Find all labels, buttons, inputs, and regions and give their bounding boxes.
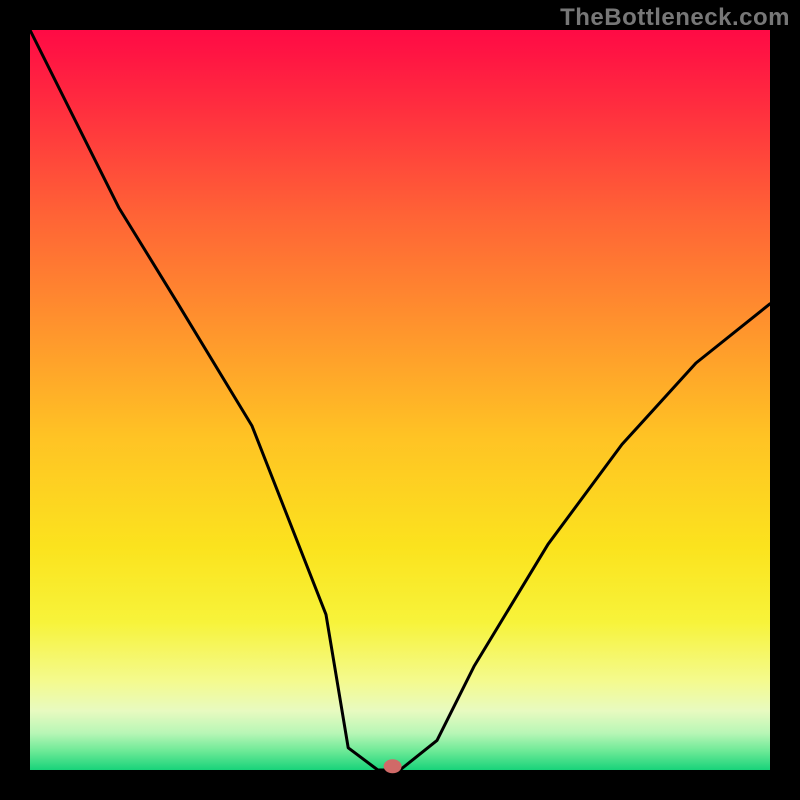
watermark-text: TheBottleneck.com xyxy=(560,4,790,32)
optimum-marker xyxy=(384,759,402,773)
plot-background xyxy=(30,30,770,770)
chart-frame: { "watermark": "TheBottleneck.com", "cha… xyxy=(0,0,800,800)
bottleneck-chart xyxy=(0,0,800,800)
